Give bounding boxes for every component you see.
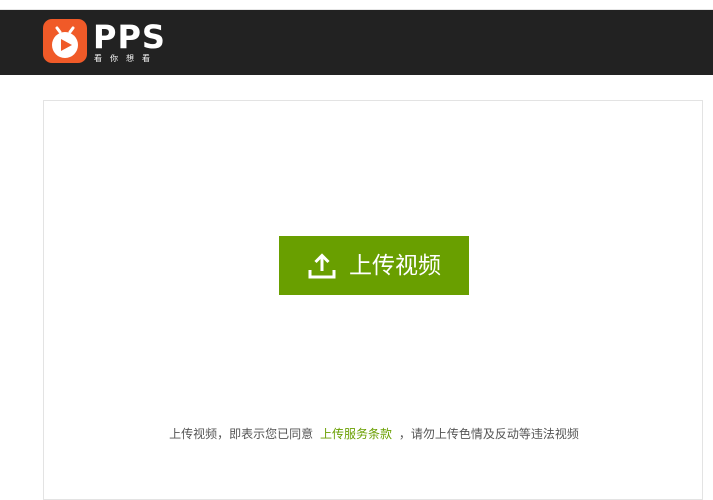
logo-slogan: 看你想看 xyxy=(94,54,158,63)
logo-text: PPS 看你想看 xyxy=(93,19,166,64)
notice-suffix: ，请勿上传色情及反动等违法视频 xyxy=(398,427,579,441)
pps-logo[interactable]: PPS 看你想看 xyxy=(43,19,166,64)
upload-video-button[interactable]: 上传视频 xyxy=(279,236,469,295)
terms-of-service-link[interactable]: 上传服务条款 xyxy=(320,427,392,441)
upload-notice: 上传视频，即表示您已同意 上传服务条款 ，请勿上传色情及反动等违法视频 xyxy=(44,426,704,442)
site-header: PPS 看你想看 xyxy=(0,10,713,75)
logo-wordmark: PPS xyxy=(93,18,166,56)
upload-button-label: 上传视频 xyxy=(349,252,441,279)
browser-top-edge xyxy=(0,0,713,10)
upload-panel: 上传视频 上传视频，即表示您已同意 上传服务条款 ，请勿上传色情及反动等违法视频 xyxy=(43,100,703,500)
notice-prefix: 上传视频，即表示您已同意 xyxy=(169,427,314,441)
upload-icon xyxy=(308,252,336,278)
pps-logo-icon xyxy=(43,19,87,63)
